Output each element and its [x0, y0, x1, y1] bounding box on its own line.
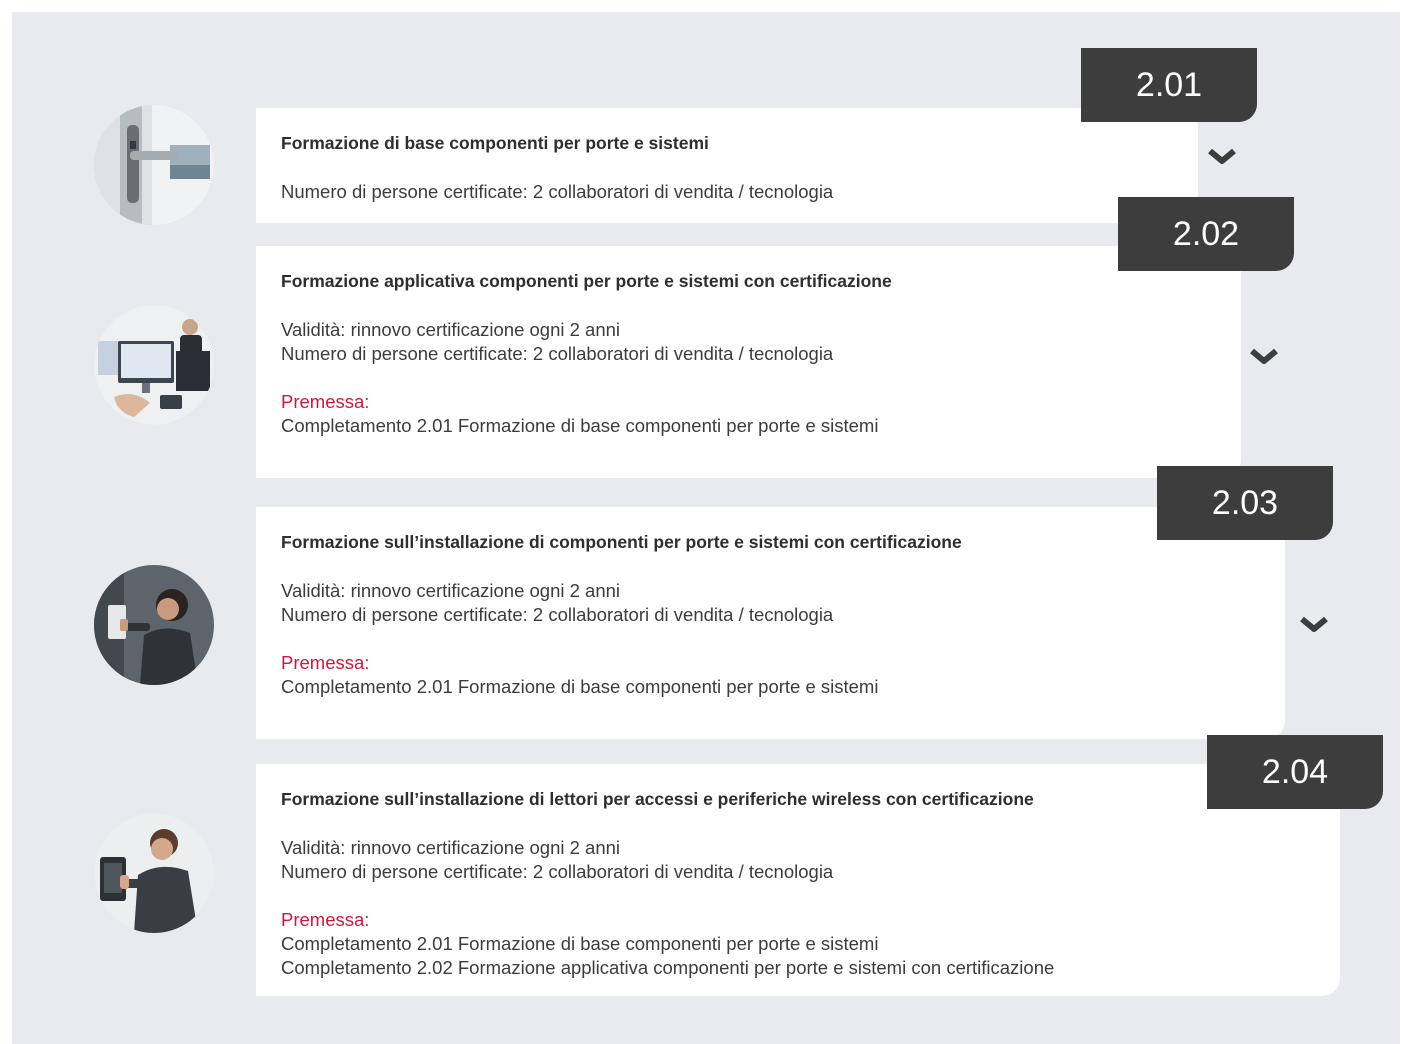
course-people: Numero di persone certificate: 2 collabo… [281, 343, 834, 364]
chevron-down-icon[interactable] [1207, 147, 1237, 167]
course-image-door-handle [94, 105, 214, 225]
course-number-badge: 2.03 [1157, 466, 1333, 540]
course-people: Numero di persone certificate: 2 collabo… [281, 181, 834, 202]
course-card-2-02[interactable]: Formazione applicativa componenti per po… [256, 246, 1241, 478]
premise-item: Completamento 2.01 Formazione di base co… [281, 676, 879, 697]
course-people: Numero di persone certificate: 2 collabo… [281, 604, 834, 625]
course-title: Formazione applicativa componenti per po… [281, 271, 892, 291]
course-card-2-01[interactable]: Formazione di base componenti per porte … [256, 108, 1198, 223]
course-image-installer [94, 565, 214, 685]
chevron-down-icon[interactable] [1249, 347, 1279, 367]
course-image-technician [94, 813, 214, 933]
course-title: Formazione di base componenti per porte … [281, 133, 709, 153]
chevron-down-icon[interactable] [1299, 615, 1329, 635]
course-title: Formazione sull’installazione di lettori… [281, 789, 1034, 809]
premise-label: Premessa: [281, 652, 370, 673]
course-card-2-04[interactable]: Formazione sull’installazione di lettori… [256, 764, 1340, 996]
premise-label: Premessa: [281, 909, 370, 930]
course-number-badge: 2.01 [1081, 48, 1257, 122]
course-title: Formazione sull’installazione di compone… [281, 532, 962, 552]
premise-item: Completamento 2.01 Formazione di base co… [281, 933, 879, 954]
course-image-presentation [94, 305, 214, 425]
course-number-badge: 2.02 [1118, 197, 1294, 271]
course-validity: Validità: rinnovo certificazione ogni 2 … [281, 319, 621, 340]
course-people: Numero di persone certificate: 2 collabo… [281, 861, 834, 882]
premise-item: Completamento 2.01 Formazione di base co… [281, 415, 879, 436]
course-number-badge: 2.04 [1207, 735, 1383, 809]
course-card-2-03[interactable]: Formazione sull’installazione di compone… [256, 507, 1285, 739]
course-validity: Validità: rinnovo certificazione ogni 2 … [281, 837, 621, 858]
premise-item: Completamento 2.02 Formazione applicativ… [281, 957, 1055, 978]
course-validity: Validità: rinnovo certificazione ogni 2 … [281, 580, 621, 601]
premise-label: Premessa: [281, 391, 370, 412]
